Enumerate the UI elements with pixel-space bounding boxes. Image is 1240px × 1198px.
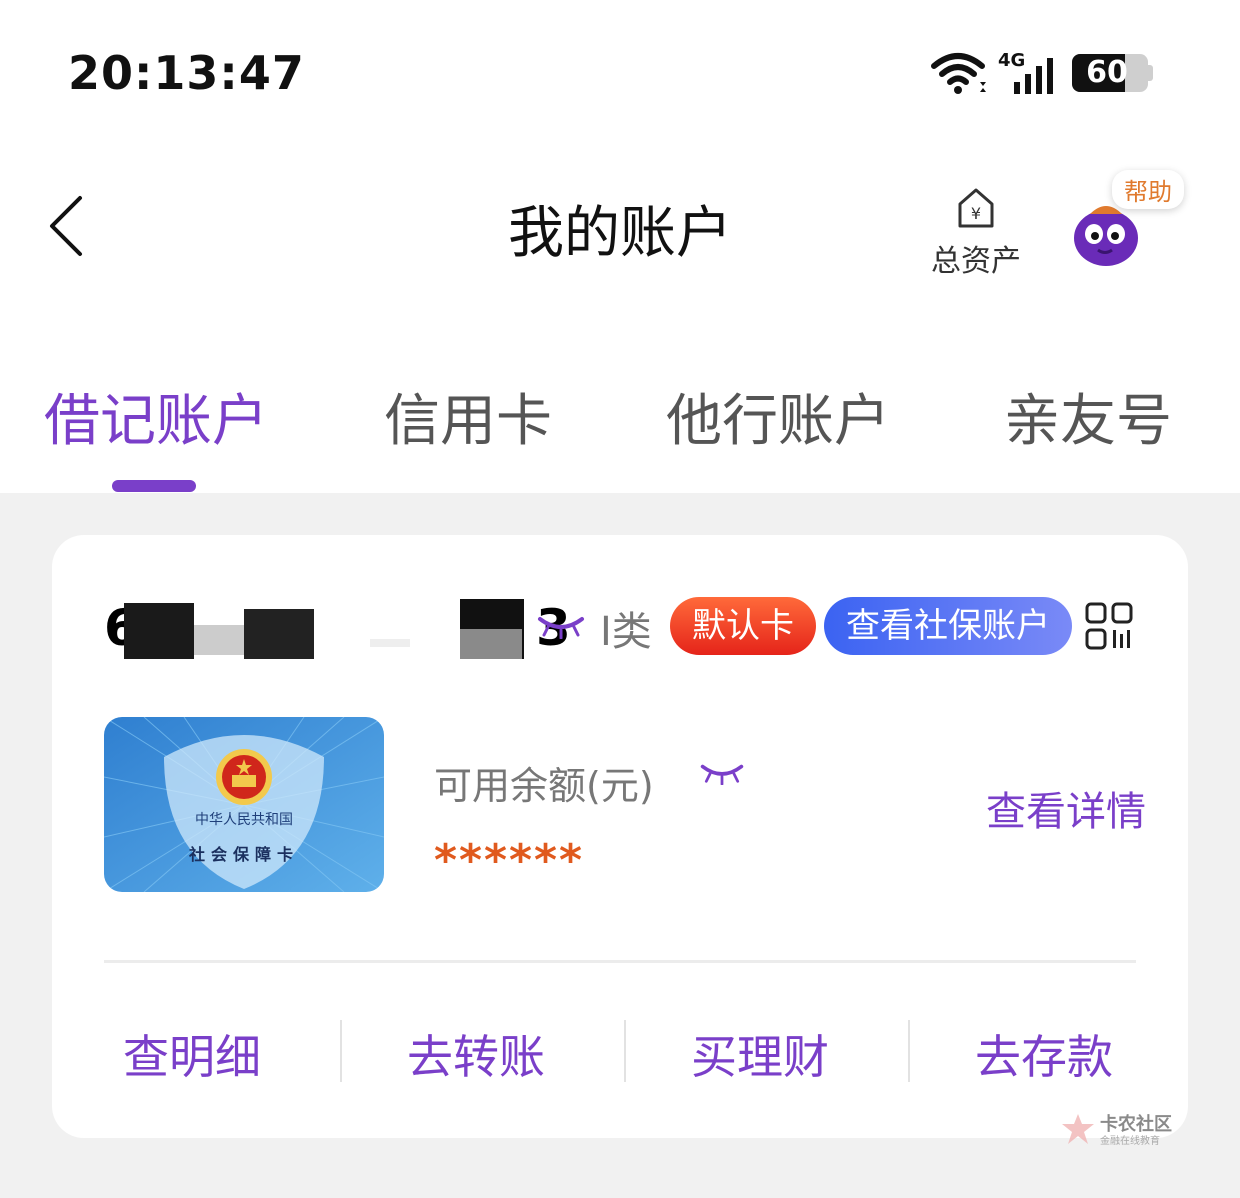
battery-cap xyxy=(1148,65,1153,81)
top-panel: 20:13:47 4G 60 我的账户 ¥ 总资产 帮助 借记账户 信用卡 他行… xyxy=(0,0,1240,493)
eye-closed-icon[interactable] xyxy=(536,613,586,639)
masked-block xyxy=(124,603,194,659)
svg-text:¥: ¥ xyxy=(971,204,981,223)
battery-icon: 60 xyxy=(1072,54,1148,92)
view-details-link[interactable]: 查看详情 xyxy=(986,779,1146,837)
card-divider xyxy=(104,960,1136,963)
eye-closed-icon[interactable] xyxy=(698,761,746,785)
account-card: 6 3 I类 默认卡 查看社保账户 中华人民共和国 社会保障卡 可用余额(元) … xyxy=(52,535,1188,1138)
qr-code-icon[interactable] xyxy=(1084,601,1134,651)
watermark-logo xyxy=(1062,1114,1094,1144)
action-separator xyxy=(340,1020,342,1082)
card-image-line2: 社会保障卡 xyxy=(188,845,299,864)
transaction-details-button[interactable]: 查明细 xyxy=(92,1021,292,1087)
battery-level: 60 xyxy=(1086,55,1128,90)
total-assets-button[interactable]: ¥ 总资产 xyxy=(920,186,1032,282)
masked-block xyxy=(370,639,410,647)
tab-credit-card[interactable]: 信用卡 xyxy=(384,376,552,457)
card-image-line1: 中华人民共和国 xyxy=(195,812,293,828)
signal-bars xyxy=(1014,58,1053,94)
social-security-account-button[interactable]: 查看社保账户 xyxy=(824,597,1072,655)
tab-debit-account[interactable]: 借记账户 xyxy=(44,376,268,457)
balance-label: 可用余额(元) xyxy=(434,764,654,808)
watermark: 卡农社区 金融在线教育 xyxy=(1060,1110,1190,1150)
action-separator xyxy=(908,1020,910,1082)
help-label: 帮助 xyxy=(1112,170,1184,209)
page-title: 我的账户 xyxy=(508,201,732,266)
tab-other-bank-account[interactable]: 他行账户 xyxy=(666,376,890,457)
masked-block xyxy=(244,609,314,659)
total-assets-label: 总资产 xyxy=(931,244,1021,279)
total-assets-icon: ¥ xyxy=(958,188,994,228)
masked-block xyxy=(194,625,244,655)
balance-value: ****** xyxy=(434,835,585,886)
transfer-button[interactable]: 去转账 xyxy=(376,1021,576,1087)
status-icons: 4G 60 xyxy=(928,48,1153,98)
back-icon[interactable] xyxy=(46,194,86,258)
account-number: 6 3 xyxy=(104,599,571,659)
action-separator xyxy=(624,1020,626,1082)
deposit-button[interactable]: 去存款 xyxy=(944,1021,1144,1087)
account-class: I类 xyxy=(600,609,652,655)
wifi-icon xyxy=(931,53,986,94)
tab-family-account[interactable]: 亲友号 xyxy=(1004,376,1172,457)
watermark-subtitle: 金融在线教育 xyxy=(1100,1136,1160,1147)
signal-icon: 4G xyxy=(998,48,1062,98)
default-card-badge: 默认卡 xyxy=(670,597,816,655)
masked-block xyxy=(460,629,522,659)
national-emblem-icon xyxy=(216,749,272,805)
help-button[interactable]: 帮助 xyxy=(1062,170,1192,270)
wealth-management-button[interactable]: 买理财 xyxy=(660,1021,860,1087)
social-security-card-image: 中华人民共和国 社会保障卡 xyxy=(104,717,384,892)
status-time: 20:13:47 xyxy=(68,46,305,100)
active-tab-indicator xyxy=(112,480,196,492)
